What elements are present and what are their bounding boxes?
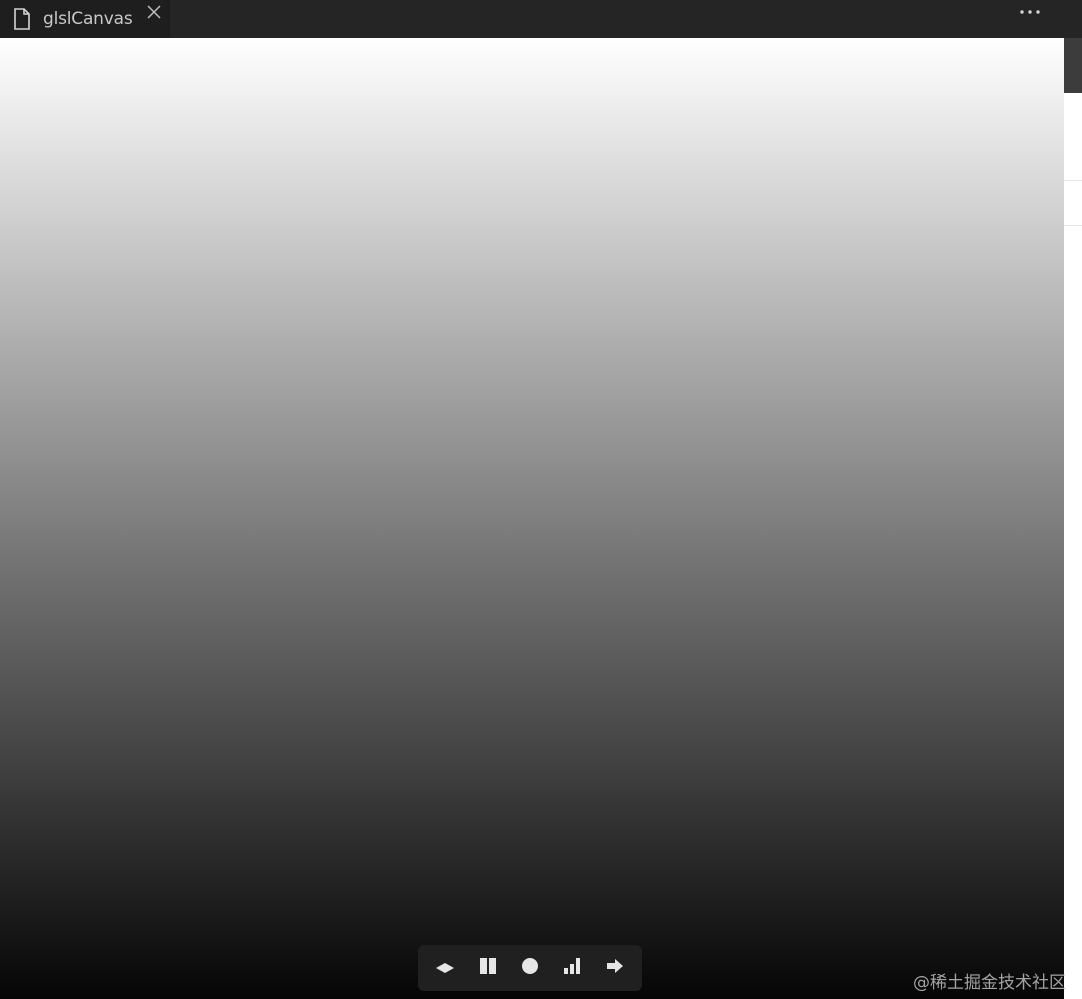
record-icon: [521, 957, 539, 979]
glsl-canvas-window: glslCanvas @稀土掘金技术社区: [0, 0, 1082, 999]
divider: [1064, 225, 1082, 226]
editor-tab-bar: glslCanvas: [0, 0, 1082, 38]
tab-glslcanvas[interactable]: glslCanvas: [0, 0, 170, 38]
watermark-text: @稀土掘金技术社区: [913, 973, 1066, 993]
divider: [1064, 180, 1082, 181]
shader-control-bar: [418, 945, 642, 991]
shader-canvas[interactable]: [0, 38, 1064, 999]
layers-icon: [435, 959, 455, 978]
next-button[interactable]: [597, 950, 633, 986]
arrow-right-icon: [606, 958, 624, 978]
tab-title: glslCanvas: [43, 9, 133, 29]
scrollbar-thumb[interactable]: [1064, 38, 1082, 93]
file-icon: [12, 7, 32, 31]
record-button[interactable]: [512, 950, 548, 986]
pause-button[interactable]: [470, 950, 506, 986]
side-panel-edge: [1064, 38, 1082, 999]
ellipsis-icon[interactable]: [1016, 2, 1044, 22]
close-icon[interactable]: [145, 3, 163, 21]
stats-button[interactable]: [554, 950, 590, 986]
pause-icon: [479, 957, 497, 979]
stats-icon: [563, 957, 581, 979]
layers-button[interactable]: [427, 950, 463, 986]
